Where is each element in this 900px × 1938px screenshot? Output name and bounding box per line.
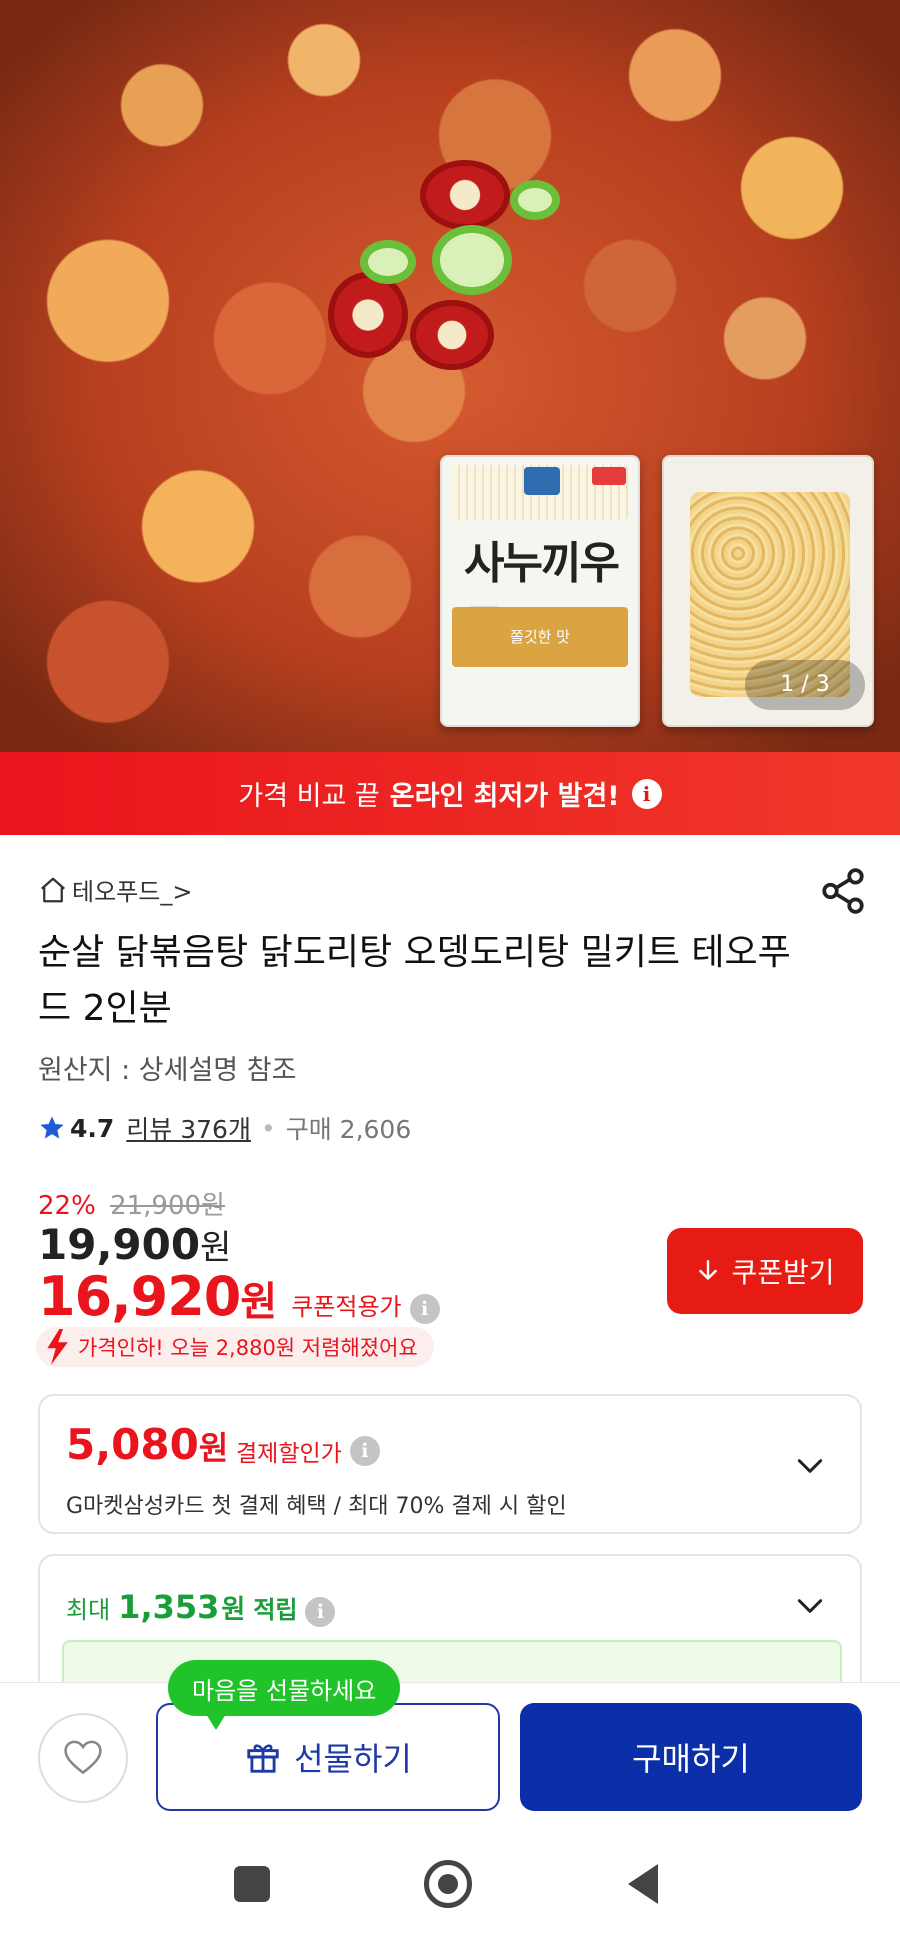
points-amount: 1,353	[118, 1588, 220, 1626]
payment-discount-unit: 원	[198, 1429, 229, 1467]
product-image-carousel[interactable]: 사누끼우동 쫄깃한 맛 1 / 3	[0, 0, 900, 752]
gift-button-label: 선물하기	[294, 1740, 412, 1778]
payment-discount-amount: 5,080원	[66, 1420, 228, 1469]
price-drop-bolt-icon	[47, 1329, 68, 1365]
payment-discount-value: 5,080	[66, 1420, 199, 1469]
banner-text: 가격 비교 끝	[238, 781, 380, 812]
review-count-link[interactable]: 리뷰 376개	[126, 1110, 251, 1146]
back-icon[interactable]	[628, 1864, 658, 1904]
chili-slice-image	[420, 160, 510, 230]
rating-row: 4.7 리뷰 376개 • 구매 2,606	[38, 1110, 411, 1146]
gift-icon	[247, 1744, 279, 1773]
points-unit: 원	[221, 1595, 246, 1625]
rating-score: 4.7	[70, 1113, 115, 1143]
bottom-action-bar: 선물하기 구매하기	[0, 1682, 900, 1828]
info-icon[interactable]: i	[349, 1436, 380, 1466]
heart-icon	[64, 1740, 102, 1775]
chevron-down-icon[interactable]	[794, 1590, 826, 1622]
purchase-count: 구매 2,606	[285, 1115, 412, 1144]
banner-text-bold: 온라인 최저가 발견!	[389, 781, 620, 812]
udon-package-image: 사누끼우동 쫄깃한 맛	[440, 455, 640, 727]
payment-discount-label-row: 결제할인가 i	[236, 1434, 380, 1468]
star-icon	[40, 1116, 64, 1139]
separator-dot: •	[260, 1113, 276, 1143]
wishlist-button[interactable]	[38, 1713, 128, 1803]
brand-logo	[524, 467, 560, 495]
download-arrow-icon	[699, 1260, 718, 1280]
coupon-download-button[interactable]: 쿠폰받기	[667, 1228, 863, 1314]
buy-button[interactable]: 구매하기	[520, 1703, 862, 1811]
price-drop-text: 가격인하! 오늘 2,880원 저렴해졌어요	[78, 1336, 418, 1360]
payment-discount-label: 결제할인가	[236, 1441, 342, 1467]
seller-name: 테오푸드_>	[72, 878, 193, 906]
payment-discount-description: G마켓삼성카드 첫 결제 혜택 / 최대 70% 결제 시 할인	[66, 1494, 567, 1519]
points-row: 최대 1,353 원 적립 i	[66, 1588, 336, 1627]
sale-price-unit: 원	[200, 1228, 232, 1268]
scallion-slice-image	[360, 240, 416, 284]
points-label: 적립	[253, 1596, 298, 1624]
gift-tooltip: 마음을 선물하세요	[168, 1660, 401, 1730]
home-button-icon[interactable]	[424, 1860, 472, 1908]
original-price: 21,900원	[110, 1191, 225, 1221]
product-origin: 원산지 : 상세설명 참조	[38, 1055, 297, 1086]
udon-package-band: 쫄깃한 맛	[452, 607, 628, 667]
payment-discount-card[interactable]: 5,080원 결제할인가 i G마켓삼성카드 첫 결제 혜택 / 최대 70% …	[38, 1394, 862, 1534]
product-title: 순살 닭볶음탕 닭도리탕 오뎅도리탕 밀키트 테오푸드 2인분	[38, 932, 791, 1029]
coupon-price-label: 쿠폰적용가	[291, 1293, 402, 1321]
home-icon	[41, 877, 65, 902]
discount-percent: 22%	[38, 1191, 96, 1221]
lowest-price-banner[interactable]: 가격 비교 끝 온라인 최저가 발견! i	[0, 752, 900, 835]
system-navigation-bar	[0, 1828, 900, 1938]
image-page-indicator: 1 / 3	[745, 660, 865, 710]
coupon-price: 16,920 원 쿠폰적용가 i	[38, 1265, 440, 1328]
discount-row: 22% 21,900원	[38, 1185, 225, 1222]
chili-slice-image	[328, 272, 408, 358]
points-prefix: 최대	[66, 1596, 111, 1624]
info-icon[interactable]: i	[409, 1294, 440, 1324]
coupon-price-value: 16,920	[38, 1265, 241, 1328]
scallion-slice-image	[510, 180, 560, 220]
recent-apps-icon[interactable]	[234, 1866, 270, 1902]
chevron-down-icon[interactable]	[794, 1450, 826, 1482]
coupon-price-unit: 원	[240, 1279, 278, 1325]
price-drop-note: 가격인하! 오늘 2,880원 저렴해졌어요	[36, 1327, 434, 1367]
points-card[interactable]: 최대 1,353 원 적립 i	[38, 1554, 862, 1694]
info-icon[interactable]: i	[305, 1597, 336, 1627]
sale-price: 19,900원	[38, 1220, 231, 1269]
coupon-button-label: 쿠폰받기	[731, 1256, 835, 1289]
info-icon[interactable]: i	[631, 778, 662, 809]
sale-price-value: 19,900	[38, 1220, 201, 1269]
share-icon[interactable]	[818, 866, 868, 916]
chili-slice-image	[410, 300, 494, 370]
scallion-slice-image	[432, 225, 512, 295]
seller-store-link[interactable]: 테오푸드_>	[38, 872, 192, 907]
